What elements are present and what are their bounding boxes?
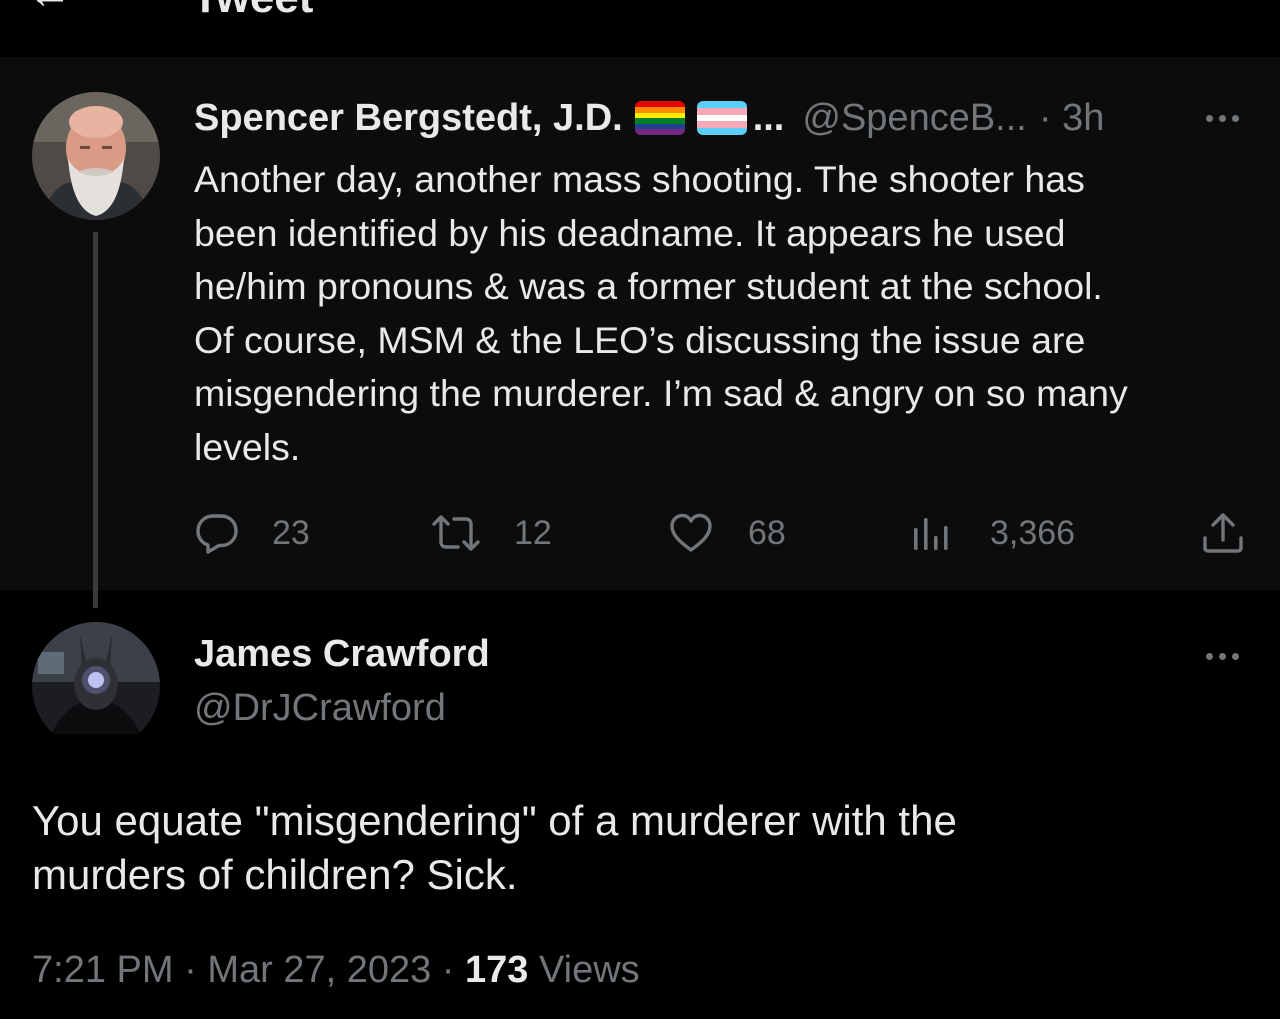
tweet-text: Another day, another mass shooting. The … — [194, 158, 1128, 468]
handle[interactable]: @DrJCrawford — [194, 686, 446, 730]
more-options-icon[interactable] — [1200, 108, 1244, 128]
avatar[interactable] — [32, 622, 160, 750]
share-icon — [1200, 510, 1246, 556]
like-button[interactable]: 68 — [668, 505, 786, 561]
reply-count: 23 — [272, 513, 310, 552]
display-name[interactable]: Spencer Bergstedt, J.D. — [194, 99, 623, 137]
pride-flag-icon — [634, 101, 685, 135]
views-count: 3,366 — [990, 513, 1076, 552]
analytics-icon — [912, 510, 952, 556]
separator: · — [173, 949, 208, 991]
views-count: 173 — [465, 949, 529, 991]
share-button[interactable] — [1200, 505, 1246, 561]
page-title: Tweet — [192, 0, 313, 20]
heart-icon — [668, 510, 714, 556]
transgender-flag-icon — [696, 101, 747, 135]
views-label: Views — [528, 949, 640, 991]
tweet-header: Spencer Bergstedt, J.D. ... @SpenceB... … — [194, 96, 1104, 140]
display-name[interactable]: James Crawford — [194, 632, 490, 676]
name-ellipsis: ... — [752, 97, 785, 139]
back-arrow-icon[interactable]: ← — [28, 0, 72, 16]
reply-icon — [194, 510, 240, 556]
tweet-meta: 7:21 PM · Mar 27, 2023 · 173 Views — [32, 946, 640, 994]
views-button[interactable]: 3,366 — [912, 505, 1075, 561]
tweet-actions: 23 12 68 3,366 — [0, 505, 1280, 561]
time[interactable]: 7:21 PM — [32, 949, 174, 991]
retweet-icon — [430, 510, 482, 556]
reply-text: You equate "misgendering" of a murderer … — [32, 797, 957, 898]
top-bar: ← Tweet — [0, 0, 1280, 57]
handle[interactable]: @SpenceB... — [802, 99, 1026, 137]
reply-button[interactable]: 23 — [194, 505, 310, 561]
retweet-count: 12 — [514, 513, 552, 552]
like-count: 68 — [748, 513, 786, 552]
separator: · — [431, 949, 466, 991]
timestamp[interactable]: · 3h — [1039, 99, 1104, 137]
retweet-button[interactable]: 12 — [430, 505, 552, 561]
avatar[interactable] — [32, 92, 160, 220]
more-options-icon[interactable] — [1200, 646, 1244, 666]
date[interactable]: Mar 27, 2023 — [207, 949, 431, 991]
